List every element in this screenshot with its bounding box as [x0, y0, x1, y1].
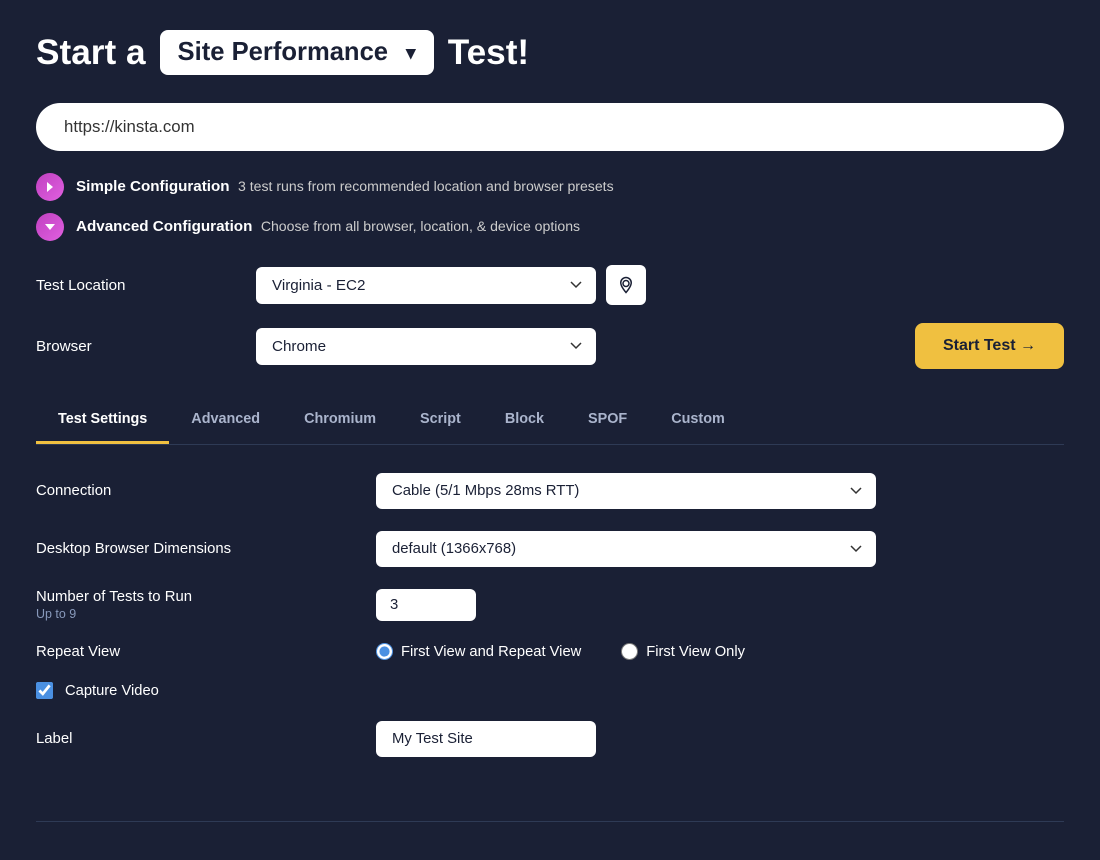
simple-config-label: Simple Configuration — [76, 178, 230, 195]
bottom-divider — [36, 821, 1064, 822]
repeat-view-options: First View and Repeat View First View On… — [376, 643, 1064, 660]
browser-select[interactable]: Chrome Firefox Edge Safari — [256, 328, 596, 365]
label-input[interactable] — [376, 721, 596, 757]
num-tests-input[interactable] — [376, 589, 476, 621]
dimensions-select[interactable]: default (1366x768) 1920x1080 1280x1024 2… — [376, 531, 876, 567]
tab-spof[interactable]: SPOF — [566, 397, 649, 444]
first-repeat-view-option[interactable]: First View and Repeat View — [376, 643, 581, 660]
num-tests-label: Number of Tests to Run — [36, 589, 356, 605]
label-field-label: Label — [36, 731, 356, 747]
first-only-view-text: First View Only — [646, 644, 745, 660]
tab-advanced[interactable]: Advanced — [169, 397, 282, 444]
tab-custom[interactable]: Custom — [649, 397, 747, 444]
connection-row: Connection Cable (5/1 Mbps 28ms RTT) DSL… — [36, 473, 1064, 509]
location-pin-button[interactable] — [606, 265, 646, 305]
page-header: Start a Site Performance ▾ Test! — [36, 30, 1064, 75]
connection-select[interactable]: Cable (5/1 Mbps 28ms RTT) DSL (1.5 Mbps … — [376, 473, 876, 509]
first-repeat-view-radio[interactable] — [376, 643, 393, 660]
label-row: Label — [36, 721, 1064, 757]
tab-block[interactable]: Block — [483, 397, 566, 444]
repeat-view-label: Repeat View — [36, 644, 356, 660]
connection-label: Connection — [36, 483, 356, 499]
test-location-row: Test Location Virginia - EC2 California … — [36, 265, 1064, 305]
tab-test-settings[interactable]: Test Settings — [36, 397, 169, 444]
first-repeat-view-text: First View and Repeat View — [401, 644, 581, 660]
capture-video-row: Capture Video — [36, 682, 1064, 699]
num-tests-input-wrap — [376, 589, 1064, 621]
num-tests-sublabel: Up to 9 — [36, 607, 356, 621]
dimensions-label: Desktop Browser Dimensions — [36, 541, 356, 557]
tabs-bar: Test Settings Advanced Chromium Script B… — [36, 397, 1064, 445]
chevron-down-icon — [43, 220, 57, 234]
num-tests-row: Number of Tests to Run Up to 9 — [36, 589, 1064, 621]
test-location-label: Test Location — [36, 277, 236, 294]
browser-row: Browser Chrome Firefox Edge Safari Start… — [36, 323, 1064, 369]
first-only-view-option[interactable]: First View Only — [621, 643, 745, 660]
url-input[interactable] — [36, 103, 1064, 151]
chevron-right-icon — [43, 180, 57, 194]
test-location-controls: Virginia - EC2 California London Tokyo S… — [256, 265, 1064, 305]
test-location-select[interactable]: Virginia - EC2 California London Tokyo S… — [256, 267, 596, 304]
capture-video-label[interactable]: Capture Video — [65, 683, 159, 699]
advanced-config-icon — [36, 213, 64, 241]
advanced-config-label: Advanced Configuration — [76, 218, 252, 235]
simple-config-icon — [36, 173, 64, 201]
dimensions-row: Desktop Browser Dimensions default (1366… — [36, 531, 1064, 567]
simple-config-desc: 3 test runs from recommended location an… — [238, 178, 614, 194]
first-only-view-radio[interactable] — [621, 643, 638, 660]
start-text: Start a — [36, 33, 146, 73]
capture-video-checkbox[interactable] — [36, 682, 53, 699]
chevron-down-icon: ▾ — [406, 41, 416, 65]
tab-script[interactable]: Script — [398, 397, 483, 444]
test-text: Test! — [448, 33, 529, 73]
advanced-config-desc: Choose from all browser, location, & dev… — [261, 218, 580, 234]
test-type-dropdown[interactable]: Site Performance ▾ — [160, 30, 434, 75]
browser-label: Browser — [36, 338, 236, 355]
location-pin-icon — [617, 276, 635, 294]
tab-content-test-settings: Connection Cable (5/1 Mbps 28ms RTT) DSL… — [36, 445, 1064, 789]
repeat-view-row: Repeat View First View and Repeat View F… — [36, 643, 1064, 660]
start-test-button[interactable]: Start Test → — [915, 323, 1064, 369]
browser-select-group: Browser Chrome Firefox Edge Safari — [36, 328, 915, 365]
test-type-label: Site Performance — [178, 38, 389, 67]
advanced-config-row[interactable]: Advanced Configuration Choose from all b… — [36, 213, 1064, 241]
simple-config-row[interactable]: Simple Configuration 3 test runs from re… — [36, 173, 1064, 201]
tab-chromium[interactable]: Chromium — [282, 397, 398, 444]
